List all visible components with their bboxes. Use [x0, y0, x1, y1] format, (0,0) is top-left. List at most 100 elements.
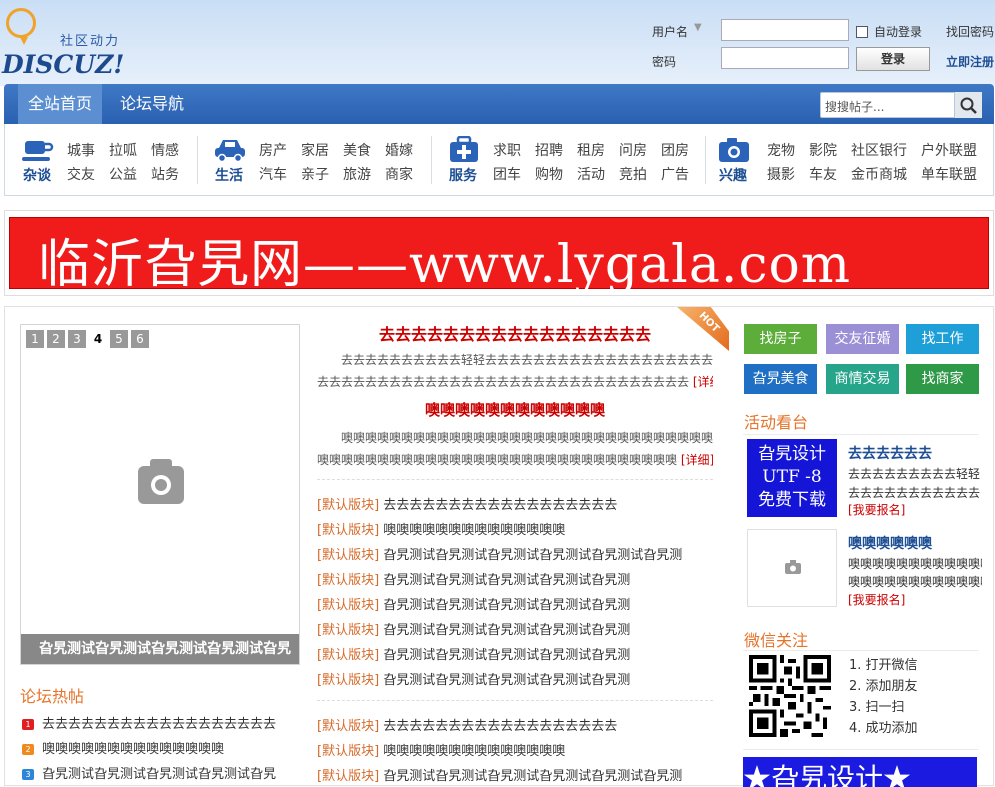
- detail-link[interactable]: [详细]: [693, 375, 713, 389]
- headline-title[interactable]: 去去去去去去去去去去去去去去去去去: [317, 321, 713, 345]
- slide-page-button[interactable]: 5: [110, 330, 128, 348]
- activity-image[interactable]: [747, 529, 837, 607]
- category-link[interactable]: 房产: [259, 140, 287, 160]
- category-title[interactable]: 杂谈: [17, 165, 57, 185]
- forum-tag[interactable]: [默认版块]: [317, 648, 379, 663]
- category-link[interactable]: 广告: [661, 164, 689, 184]
- category-link[interactable]: 户外联盟: [921, 140, 977, 160]
- list-item[interactable]: [默认版块] 旮旯测试旮旯测试旮旯测试旮旯测试旮旯测: [317, 594, 713, 613]
- category-title[interactable]: 服务: [443, 165, 483, 185]
- activity-item-title[interactable]: 去去去去去去: [848, 443, 932, 463]
- slide-caption[interactable]: 旮旯测试旮旯测试旮旯测试旮旯测试旮旯: [21, 634, 299, 664]
- category-link[interactable]: 单车联盟: [921, 164, 977, 184]
- list-item[interactable]: [默认版块] 噢噢噢噢噢噢噢噢噢噢噢噢噢噢: [317, 519, 713, 538]
- password-input[interactable]: [721, 47, 849, 69]
- category-link[interactable]: 摄影: [767, 164, 795, 184]
- forum-tag[interactable]: [默认版块]: [317, 623, 379, 638]
- auto-login-checkbox[interactable]: [856, 26, 868, 38]
- detail-link[interactable]: [详细]: [681, 453, 713, 467]
- slide-page-button[interactable]: 2: [47, 330, 65, 348]
- category-link[interactable]: 购物: [535, 164, 563, 184]
- quick-button-food[interactable]: 旮旯美食: [744, 364, 817, 394]
- find-password-link[interactable]: 找回密码: [946, 23, 994, 40]
- category-link[interactable]: 亲子: [301, 164, 329, 184]
- list-item[interactable]: [默认版块] 去去去去去去去去去去去去去去去去去去: [317, 715, 713, 734]
- forum-tag[interactable]: [默认版块]: [317, 498, 379, 513]
- category-link[interactable]: 车友: [809, 164, 837, 184]
- list-item[interactable]: [默认版块] 旮旯测试旮旯测试旮旯测试旮旯测试旮旯测试旮旯测: [317, 765, 713, 784]
- username-dropdown-icon[interactable]: ▼: [694, 22, 702, 33]
- category-link[interactable]: 社区银行: [851, 140, 907, 160]
- category-link[interactable]: 情感: [151, 140, 179, 160]
- category-link[interactable]: 商家: [385, 164, 413, 184]
- quick-button-merchants[interactable]: 找商家: [906, 364, 979, 394]
- category-link[interactable]: 活动: [577, 164, 605, 184]
- list-item[interactable]: [默认版块] 旮旯测试旮旯测试旮旯测试旮旯测试旮旯测: [317, 569, 713, 588]
- category-link[interactable]: 宠物: [767, 140, 795, 160]
- category-link[interactable]: 求职: [493, 140, 521, 160]
- list-item[interactable]: [默认版块] 旮旯测试旮旯测试旮旯测试旮旯测试旮旯测: [317, 669, 713, 688]
- nav-forum[interactable]: 论坛导航: [110, 84, 194, 124]
- category-link[interactable]: 问房: [619, 140, 647, 160]
- forum-tag[interactable]: [默认版块]: [317, 523, 379, 538]
- headline-title[interactable]: 噢噢噢噢噢噢噢噢噢噢噢噢: [317, 399, 713, 420]
- search-input[interactable]: 搜搜帖子...: [825, 98, 884, 115]
- list-item[interactable]: [默认版块] 噢噢噢噢噢噢噢噢噢噢噢噢噢噢: [317, 740, 713, 759]
- category-link[interactable]: 公益: [109, 164, 137, 184]
- ad-banner[interactable]: 临沂旮旯网——www.lygala.com: [4, 210, 994, 296]
- list-item[interactable]: [默认版块] 去去去去去去去去去去去去去去去去去去: [317, 494, 713, 513]
- hot-post-item[interactable]: 2 噢噢噢噢噢噢噢噢噢噢噢噢噢噢: [22, 738, 300, 760]
- category-link[interactable]: 站务: [151, 164, 179, 184]
- category-link[interactable]: 家居: [301, 140, 329, 160]
- slideshow[interactable]: 1 2 3 4 5 6 旮旯测试旮旯测试旮旯测试旮旯测试旮旯: [20, 324, 300, 665]
- activity-image[interactable]: 旮旯设计 UTF -8 免费下载: [747, 439, 837, 517]
- category-link[interactable]: 交友: [67, 164, 95, 184]
- forum-tag[interactable]: [默认版块]: [317, 673, 379, 688]
- slide-page-button[interactable]: 1: [26, 330, 44, 348]
- category-link[interactable]: 影院: [809, 140, 837, 160]
- activity-item-title[interactable]: 噢噢噢噢噢噢: [848, 533, 932, 553]
- login-button[interactable]: 登录: [856, 47, 930, 71]
- signup-link[interactable]: [我要报名]: [848, 501, 905, 518]
- category-link[interactable]: 城事: [67, 140, 95, 160]
- username-input[interactable]: [721, 19, 849, 41]
- category-title[interactable]: 生活: [209, 165, 249, 185]
- category-link[interactable]: 拉呱: [109, 140, 137, 160]
- category-link[interactable]: 租房: [577, 140, 605, 160]
- bottom-ad-banner[interactable]: ★旮旯设计★: [743, 757, 977, 787]
- register-link[interactable]: 立即注册: [946, 53, 994, 70]
- nav-home[interactable]: 全站首页: [18, 84, 103, 124]
- forum-tag[interactable]: [默认版块]: [317, 744, 379, 759]
- list-item-text: 去去去去去去去去去去去去去去去去去去: [383, 498, 618, 513]
- category-link[interactable]: 金币商城: [851, 164, 907, 184]
- slide-page-button-active[interactable]: 4: [89, 330, 107, 348]
- forum-tag[interactable]: [默认版块]: [317, 598, 379, 613]
- forum-tag[interactable]: [默认版块]: [317, 573, 379, 588]
- category-link[interactable]: 旅游: [343, 164, 371, 184]
- slide-page-button[interactable]: 3: [68, 330, 86, 348]
- list-item[interactable]: [默认版块] 旮旯测试旮旯测试旮旯测试旮旯测试旮旯测: [317, 644, 713, 663]
- quick-button-trade[interactable]: 商情交易: [826, 364, 899, 394]
- category-link[interactable]: 竞拍: [619, 164, 647, 184]
- hot-post-item[interactable]: 1 去去去去去去去去去去去去去去去去去去: [22, 713, 300, 735]
- signup-link[interactable]: [我要报名]: [848, 591, 905, 608]
- site-logo[interactable]: 社区动力 DISCUZ!: [0, 6, 150, 79]
- category-link[interactable]: 团车: [493, 164, 521, 184]
- category-link[interactable]: 招聘: [535, 140, 563, 160]
- slide-page-button[interactable]: 6: [131, 330, 149, 348]
- category-link[interactable]: 美食: [343, 140, 371, 160]
- search-button[interactable]: [954, 92, 982, 118]
- quick-button-house[interactable]: 找房子: [744, 324, 817, 354]
- category-link[interactable]: 汽车: [259, 164, 287, 184]
- category-title[interactable]: 兴趣: [713, 165, 753, 185]
- forum-tag[interactable]: [默认版块]: [317, 769, 379, 784]
- list-item[interactable]: [默认版块] 旮旯测试旮旯测试旮旯测试旮旯测试旮旯测试旮旯测: [317, 544, 713, 563]
- category-link[interactable]: 婚嫁: [385, 140, 413, 160]
- forum-tag[interactable]: [默认版块]: [317, 548, 379, 563]
- category-link[interactable]: 团房: [661, 140, 689, 160]
- forum-tag[interactable]: [默认版块]: [317, 719, 379, 734]
- list-item[interactable]: [默认版块] 旮旯测试旮旯测试旮旯测试旮旯测试旮旯测: [317, 619, 713, 638]
- hot-post-item[interactable]: 3 旮旯测试旮旯测试旮旯测试旮旯测试旮旯: [22, 763, 300, 785]
- quick-button-jobs[interactable]: 找工作: [906, 324, 979, 354]
- quick-button-dating[interactable]: 交友征婚: [826, 324, 899, 354]
